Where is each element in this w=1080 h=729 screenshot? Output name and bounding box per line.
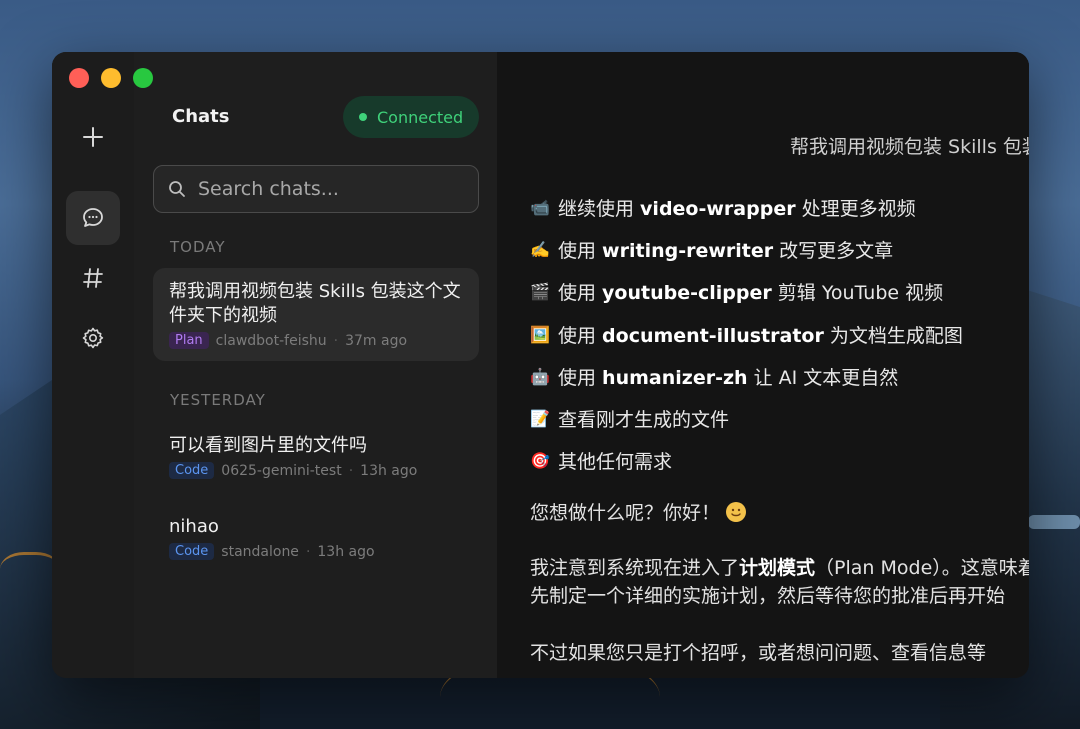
suggestion-prefix: 使用 bbox=[558, 282, 603, 305]
picture-icon: 🖼️ bbox=[530, 324, 550, 344]
suggestion-list: 📹 继续使用 video-wrapper 处理更多视频 ✍️ 使用 writin… bbox=[530, 186, 963, 482]
plan-mode-paragraph: 我注意到系统现在进入了计划模式（Plan Mode）。这意味着 先制定一个详细的… bbox=[530, 554, 1029, 610]
chat-source: 0625-gemini-test bbox=[221, 462, 342, 479]
chat-time: 37m ago bbox=[345, 332, 408, 349]
chat-list-item[interactable]: nihao Code standalone · 13h ago bbox=[153, 503, 479, 572]
plan-text-line2: 先制定一个详细的实施计划，然后等待您的批准后再开始 bbox=[530, 585, 1006, 607]
plus-icon bbox=[83, 127, 103, 147]
meta-separator: · bbox=[348, 462, 354, 479]
chat-meta: Plan clawdbot-feishu · 37m ago bbox=[169, 332, 463, 349]
smiling-face-icon bbox=[726, 502, 747, 522]
chat-time: 13h ago bbox=[317, 543, 375, 560]
settings-nav-button[interactable] bbox=[66, 311, 120, 365]
suggestion-prefix: 使用 bbox=[558, 239, 603, 262]
suggestion-item: 📝 查看刚才生成的文件 bbox=[530, 397, 963, 439]
chat-list-item[interactable]: 可以看到图片里的文件吗 Code 0625-gemini-test · 13h … bbox=[153, 422, 479, 491]
memo-icon: 📝 bbox=[530, 409, 550, 429]
chat-list-item[interactable]: 帮我调用视频包装 Skills 包装这个文件夹下的视频 Plan clawdbo… bbox=[153, 268, 479, 361]
plan-text-prefix: 我注意到系统现在进入了 bbox=[530, 557, 740, 579]
skill-name: video-wrapper bbox=[640, 197, 796, 220]
road-lights-left bbox=[0, 552, 60, 595]
clapper-board-icon: 🎬 bbox=[530, 282, 550, 302]
hash-icon bbox=[83, 268, 103, 288]
gear-icon bbox=[82, 327, 104, 349]
channels-nav-button[interactable] bbox=[66, 251, 120, 305]
suggestion-suffix: 处理更多视频 bbox=[795, 197, 916, 220]
chat-sidebar: Chats Connected TODAY 帮我调用视频包装 Skills 包装… bbox=[134, 52, 497, 678]
close-button[interactable] bbox=[69, 68, 89, 88]
suggestion-suffix: 让 AI 文本更自然 bbox=[747, 366, 899, 389]
meta-separator: · bbox=[305, 543, 311, 560]
question-text: 您想做什么呢？你好！ bbox=[530, 502, 721, 524]
skill-name: writing-rewriter bbox=[602, 239, 774, 262]
suggestion-item: 🎬 使用 youtube-clipper 剪辑 YouTube 视频 bbox=[530, 271, 963, 313]
section-label-today: TODAY bbox=[170, 238, 226, 256]
plan-text-suffix: （Plan Mode）。这意味着 bbox=[815, 557, 1029, 579]
last-paragraph: 不过如果您只是打个招呼，或者想问问题、查看信息等 bbox=[530, 642, 987, 664]
suggestion-item: 🎯 其他任何需求 bbox=[530, 440, 963, 482]
chat-bubble-icon bbox=[83, 208, 103, 227]
suggestion-item: 🖼️ 使用 document-illustrator 为文档生成配图 bbox=[530, 313, 963, 355]
status-dot-icon bbox=[359, 113, 367, 121]
suggestion-prefix: 使用 bbox=[558, 366, 603, 389]
mode-tag: Code bbox=[169, 462, 215, 479]
user-message: 帮我调用视频包装 Skills 包装这个文件夹下的视频 bbox=[790, 136, 1029, 158]
minimize-button[interactable] bbox=[101, 68, 121, 88]
writing-hand-icon: ✍️ bbox=[530, 239, 550, 259]
zoom-button[interactable] bbox=[133, 68, 153, 88]
suggestion-item: 📹 继续使用 video-wrapper 处理更多视频 bbox=[530, 186, 963, 228]
skill-name: humanizer-zh bbox=[602, 366, 748, 389]
robot-icon: 🤖 bbox=[530, 366, 550, 386]
suggestion-item: 🤖 使用 humanizer-zh 让 AI 文本更自然 bbox=[530, 355, 963, 397]
suggestion-prefix: 继续使用 bbox=[558, 197, 641, 220]
chat-title: nihao bbox=[169, 516, 219, 537]
chats-nav-button[interactable] bbox=[66, 191, 120, 245]
chat-time: 13h ago bbox=[360, 462, 418, 479]
search-input[interactable] bbox=[196, 177, 470, 201]
app-window: Chats Connected TODAY 帮我调用视频包装 Skills 包装… bbox=[52, 52, 1029, 678]
suggestion-item: ✍️ 使用 writing-rewriter 改写更多文章 bbox=[530, 228, 963, 270]
chat-title: 可以看到图片里的文件吗 bbox=[169, 435, 367, 456]
traffic-lights bbox=[69, 68, 153, 88]
question-line: 您想做什么呢？你好！ bbox=[530, 499, 747, 527]
lake bbox=[1028, 515, 1080, 529]
search-box[interactable] bbox=[153, 165, 479, 213]
sidebar-title: Chats bbox=[172, 106, 230, 127]
suggestion-prefix: 查看刚才生成的文件 bbox=[558, 409, 730, 432]
suggestion-prefix: 其他任何需求 bbox=[558, 451, 673, 474]
connection-status-badge: Connected bbox=[343, 96, 479, 138]
conversation-panel: 帮我调用视频包装 Skills 包装这个文件夹下的视频 📹 继续使用 video… bbox=[497, 52, 1029, 678]
icon-rail bbox=[52, 52, 134, 678]
skill-name: document-illustrator bbox=[602, 324, 824, 347]
chat-source: clawdbot-feishu bbox=[215, 332, 327, 349]
section-label-yesterday: YESTERDAY bbox=[170, 391, 266, 409]
new-chat-button[interactable] bbox=[66, 110, 120, 164]
suggestion-suffix: 为文档生成配图 bbox=[823, 324, 963, 347]
mode-tag: Plan bbox=[169, 332, 209, 349]
meta-separator: · bbox=[333, 332, 339, 349]
chat-source: standalone bbox=[221, 543, 299, 560]
chat-title: 帮我调用视频包装 Skills 包装这个文件夹下的视频 bbox=[169, 281, 461, 326]
connection-status-label: Connected bbox=[377, 107, 464, 127]
chat-meta: Code 0625-gemini-test · 13h ago bbox=[169, 462, 463, 479]
plan-mode-label: 计划模式 bbox=[739, 557, 816, 579]
chat-meta: Code standalone · 13h ago bbox=[169, 543, 463, 560]
skill-name: youtube-clipper bbox=[602, 282, 772, 305]
video-camera-icon: 📹 bbox=[530, 197, 550, 217]
suggestion-prefix: 使用 bbox=[558, 324, 603, 347]
suggestion-suffix: 剪辑 YouTube 视频 bbox=[771, 282, 944, 305]
mode-tag: Code bbox=[169, 543, 215, 560]
search-icon bbox=[169, 181, 185, 197]
suggestion-suffix: 改写更多文章 bbox=[773, 239, 894, 262]
target-icon: 🎯 bbox=[530, 451, 550, 471]
